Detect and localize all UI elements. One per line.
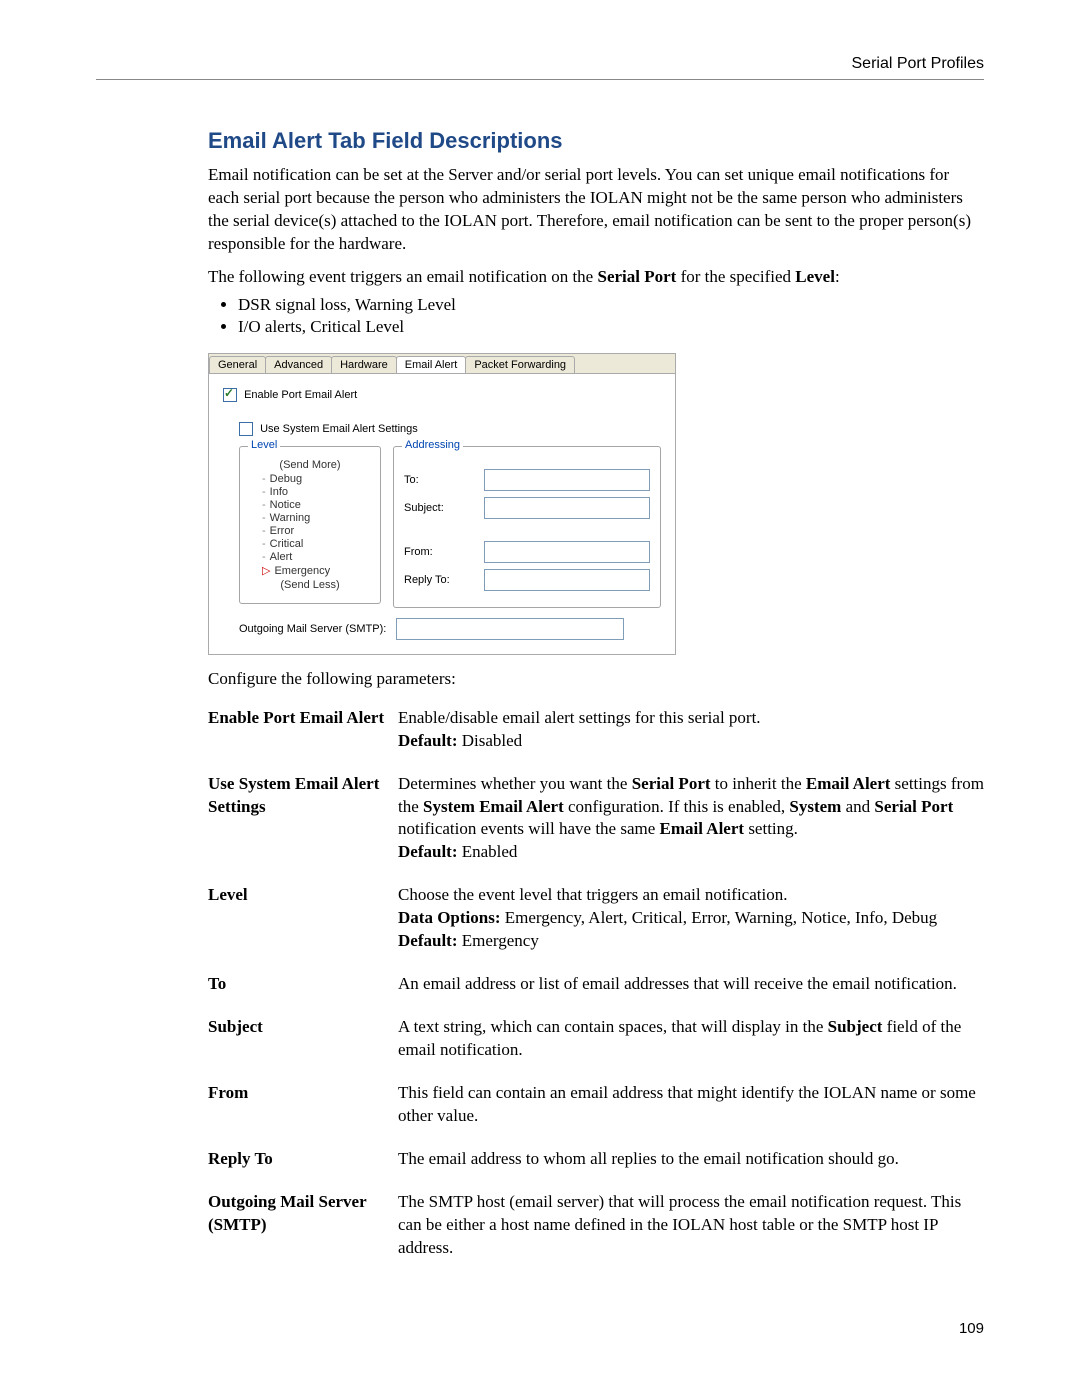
from-label: From: [404,546,474,558]
trigger-pre: The following event triggers an email no… [208,267,597,286]
addressing-legend: Addressing [402,439,463,451]
use-system-row: Use System Email Alert Settings [239,422,661,436]
field-row: Outgoing Mail Server (SMTP) The SMTP hos… [208,1191,984,1260]
trigger-bold-2: Level [795,267,835,286]
use-system-checkbox[interactable] [239,422,253,436]
header-title: Serial Port Profiles [852,55,985,72]
use-system-label: Use System Email Alert Settings [260,423,418,435]
page-number: 109 [96,1320,984,1337]
field-row: Enable Port Email Alert Enable/disable e… [208,707,984,753]
level-item-selected: Emergency [262,564,370,577]
enable-label: Enable Port Email Alert [244,389,357,401]
send-more-label: (Send More) [250,459,370,471]
level-fieldset: Level (Send More) -Debug -Info -Notice -… [239,446,381,604]
level-item: -Critical [262,538,370,550]
tab-strip: General Advanced Hardware Email Alert Pa… [209,354,675,373]
tab-advanced[interactable]: Advanced [265,356,332,373]
to-input[interactable] [484,469,650,491]
field-label: Enable Port Email Alert [208,707,398,753]
level-item: -Info [262,486,370,498]
level-item: -Error [262,525,370,537]
field-desc: An email address or list of email addres… [398,973,984,996]
enable-row: Enable Port Email Alert [223,388,661,402]
addressing-fieldset: Addressing To: Subject: From: [393,446,661,608]
level-item: -Notice [262,499,370,511]
field-desc: The SMTP host (email server) that will p… [398,1191,984,1260]
intro-paragraph: Email notification can be set at the Ser… [208,164,984,256]
field-row: Level Choose the event level that trigge… [208,884,984,953]
level-item: -Debug [262,473,370,485]
subject-input[interactable] [484,497,650,519]
field-row: To An email address or list of email add… [208,973,984,996]
tab-email-alert[interactable]: Email Alert [396,356,467,373]
smtp-label: Outgoing Mail Server (SMTP): [239,623,386,635]
level-legend: Level [248,439,280,451]
tab-packet-forwarding[interactable]: Packet Forwarding [465,356,575,373]
smtp-input[interactable] [396,618,624,640]
field-desc: A text string, which can contain spaces,… [398,1016,984,1062]
trigger-mid: for the specified [676,267,795,286]
field-label: Reply To [208,1148,398,1171]
field-row: Use System Email Alert Settings Determin… [208,773,984,865]
bullet-item: DSR signal loss, Warning Level [238,295,984,315]
field-desc: This field can contain an email address … [398,1082,984,1128]
configure-text: Configure the following parameters: [208,669,984,689]
trigger-bold-1: Serial Port [597,267,676,286]
level-items: -Debug -Info -Notice -Warning -Error -Cr… [262,473,370,577]
field-desc: Choose the event level that triggers an … [398,884,984,953]
field-label: Level [208,884,398,953]
replyto-label: Reply To: [404,574,474,586]
bullet-item: I/O alerts, Critical Level [238,317,984,337]
enable-checkbox[interactable] [223,388,237,402]
field-label: Subject [208,1016,398,1062]
tab-general[interactable]: General [209,356,266,373]
bullet-list: DSR signal loss, Warning Level I/O alert… [208,295,984,337]
email-alert-dialog: General Advanced Hardware Email Alert Pa… [208,353,676,655]
subject-label: Subject: [404,502,474,514]
page-header: Serial Port Profiles [96,55,984,80]
trigger-post: : [835,267,840,286]
send-less-label: (Send Less) [250,579,370,591]
replyto-input[interactable] [484,569,650,591]
tab-hardware[interactable]: Hardware [331,356,397,373]
from-input[interactable] [484,541,650,563]
field-row: Reply To The email address to whom all r… [208,1148,984,1171]
level-item: -Warning [262,512,370,524]
field-row: Subject A text string, which can contain… [208,1016,984,1062]
trigger-line: The following event triggers an email no… [208,266,984,289]
section-title: Email Alert Tab Field Descriptions [208,128,984,154]
to-label: To: [404,474,474,486]
field-desc: Determines whether you want the Serial P… [398,773,984,865]
field-desc: Enable/disable email alert settings for … [398,707,984,753]
field-label: From [208,1082,398,1128]
field-label: To [208,973,398,996]
field-label: Outgoing Mail Server (SMTP) [208,1191,398,1260]
field-row: From This field can contain an email add… [208,1082,984,1128]
field-label: Use System Email Alert Settings [208,773,398,865]
field-desc: The email address to whom all replies to… [398,1148,984,1171]
level-item: -Alert [262,551,370,563]
